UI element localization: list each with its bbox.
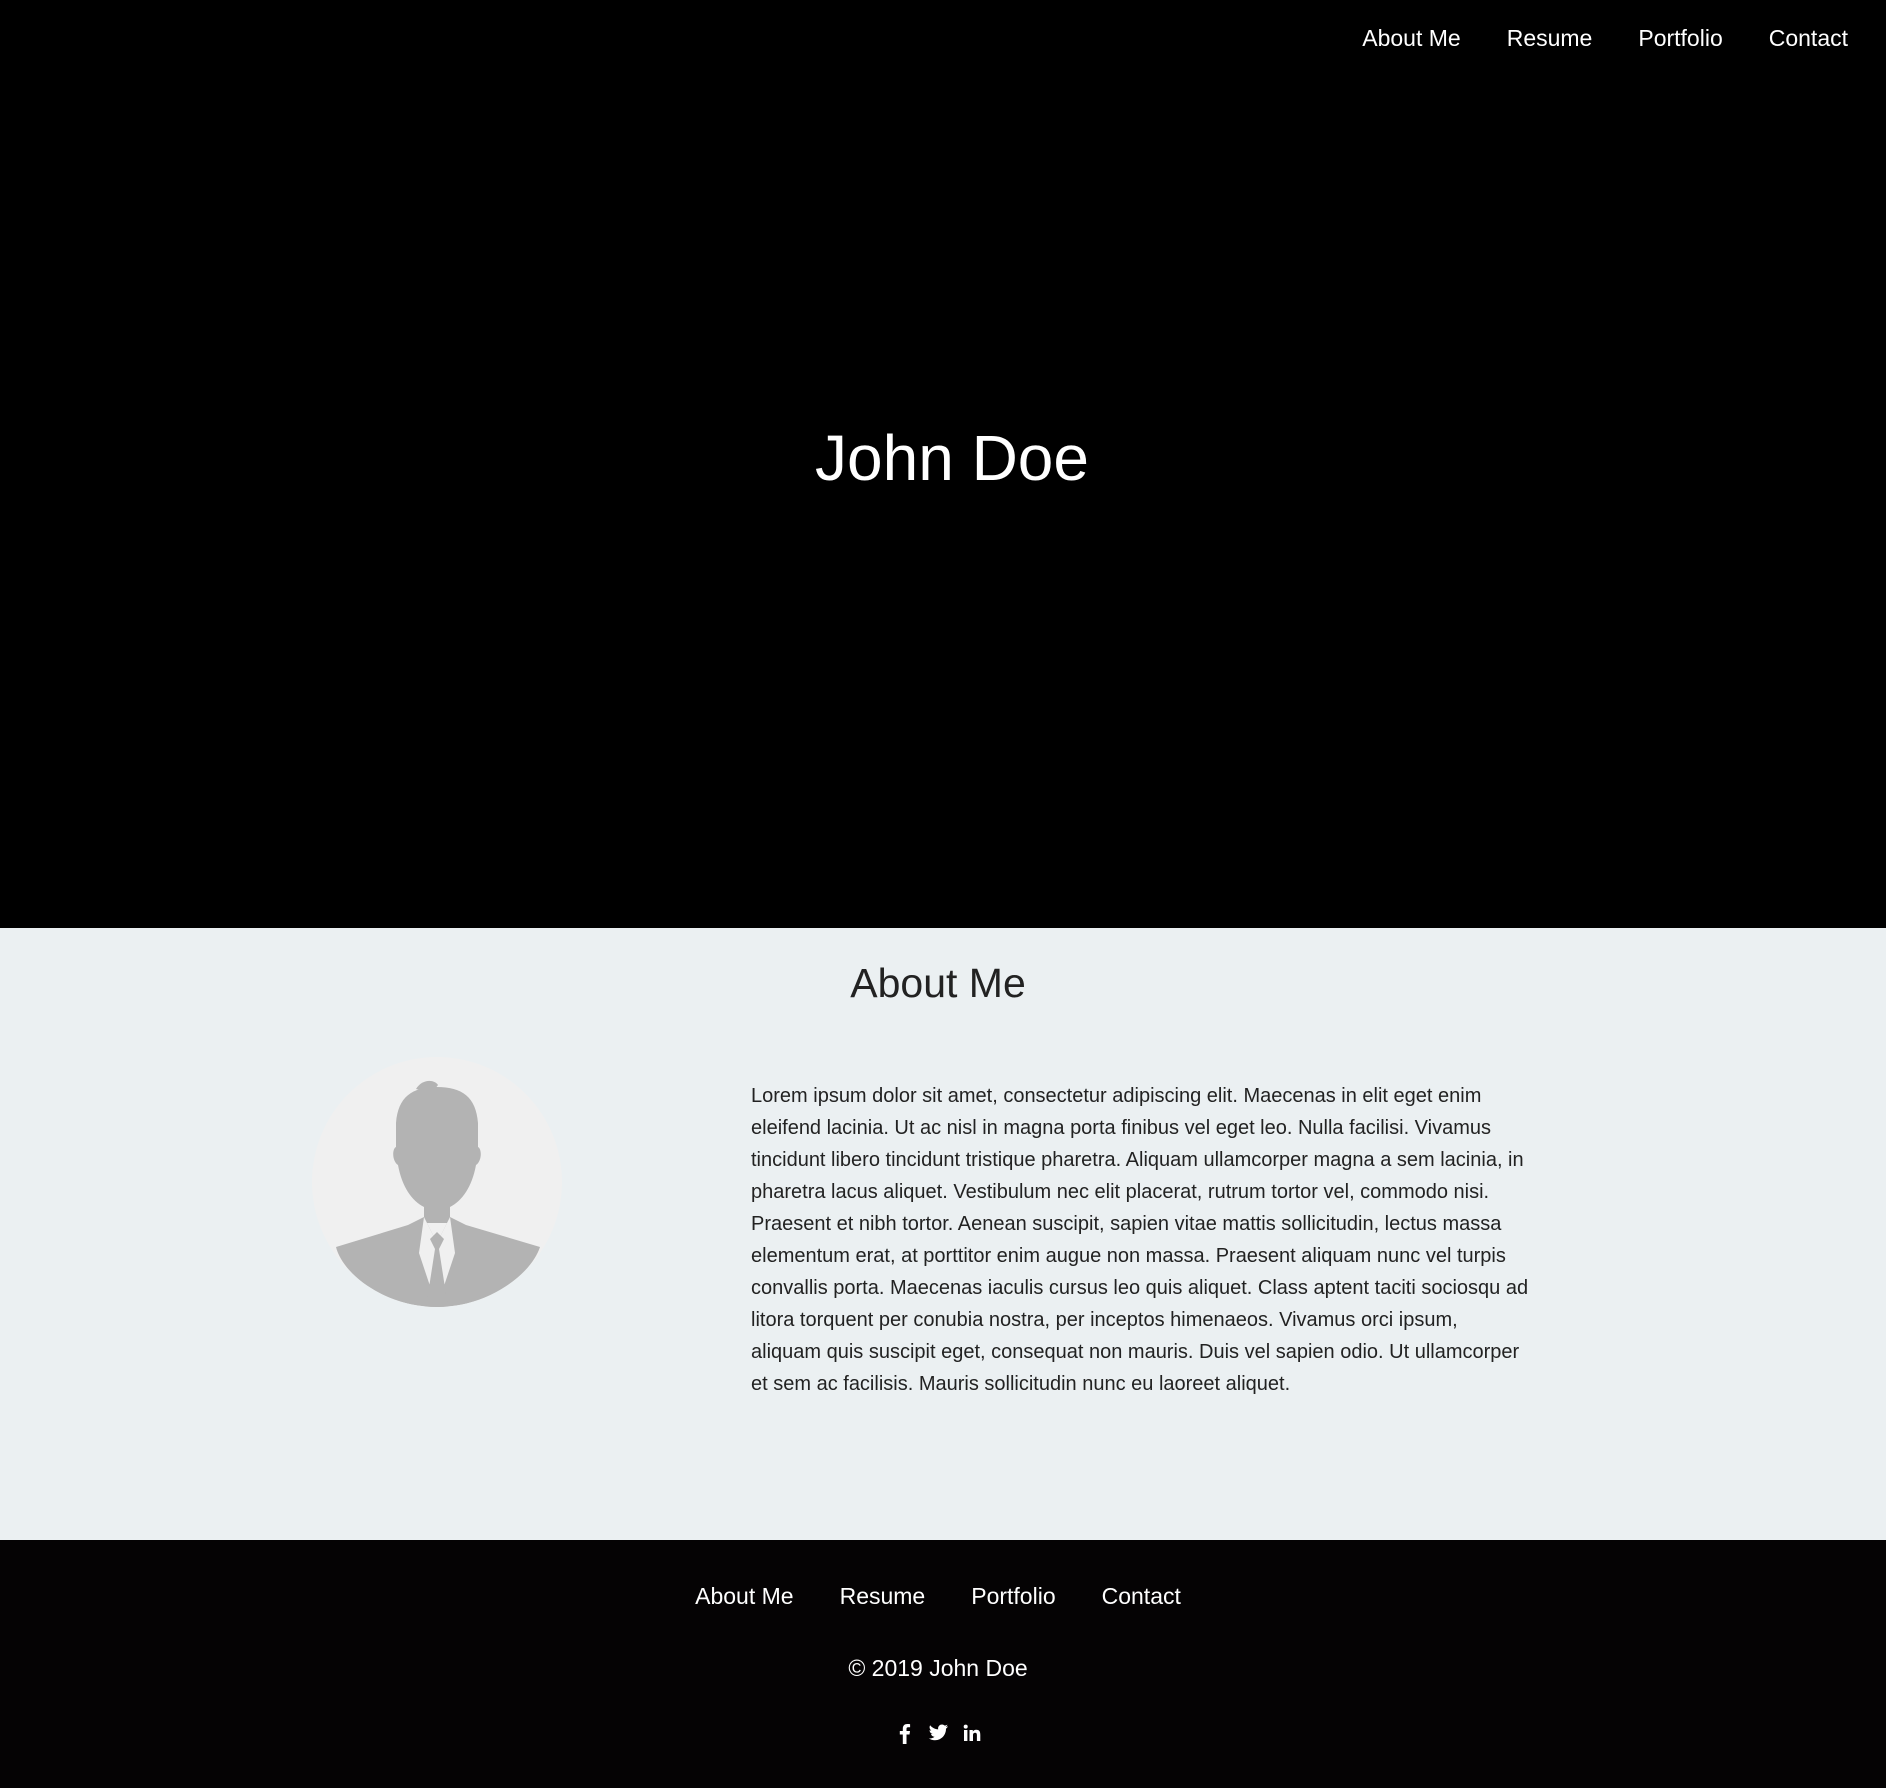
footer-link-resume[interactable]: Resume xyxy=(840,1580,926,1612)
copyright: © 2019 John Doe xyxy=(848,1655,1028,1681)
footer-link-about-me[interactable]: About Me xyxy=(695,1580,793,1612)
hero-section: About Me Resume Portfolio Contact John D… xyxy=(0,0,1886,928)
social-links xyxy=(0,1722,1876,1744)
linkedin-link[interactable] xyxy=(961,1722,983,1744)
facebook-link[interactable] xyxy=(893,1722,915,1744)
nav-link-resume[interactable]: Resume xyxy=(1507,22,1593,54)
twitter-icon xyxy=(928,1724,949,1741)
person-silhouette-icon xyxy=(336,1080,540,1307)
footer-link-contact[interactable]: Contact xyxy=(1102,1580,1181,1612)
about-text: Lorem ipsum dolor sit amet, consectetur … xyxy=(751,1085,1529,1395)
footer: About Me Resume Portfolio Contact © 2019… xyxy=(0,1540,1886,1788)
nav-link-contact[interactable]: Contact xyxy=(1769,22,1848,54)
nav-link-about-me[interactable]: About Me xyxy=(1362,22,1460,54)
facebook-icon xyxy=(899,1724,911,1744)
footer-nav: About Me Resume Portfolio Contact xyxy=(0,1580,1876,1612)
hero-title: John Doe xyxy=(815,422,1089,494)
linkedin-icon xyxy=(963,1724,981,1741)
top-nav: About Me Resume Portfolio Contact xyxy=(1362,22,1848,54)
footer-link-portfolio[interactable]: Portfolio xyxy=(971,1580,1055,1612)
twitter-link[interactable] xyxy=(927,1722,949,1744)
nav-link-portfolio[interactable]: Portfolio xyxy=(1638,22,1722,54)
about-heading: About Me xyxy=(850,960,1026,1006)
avatar xyxy=(312,1057,562,1307)
